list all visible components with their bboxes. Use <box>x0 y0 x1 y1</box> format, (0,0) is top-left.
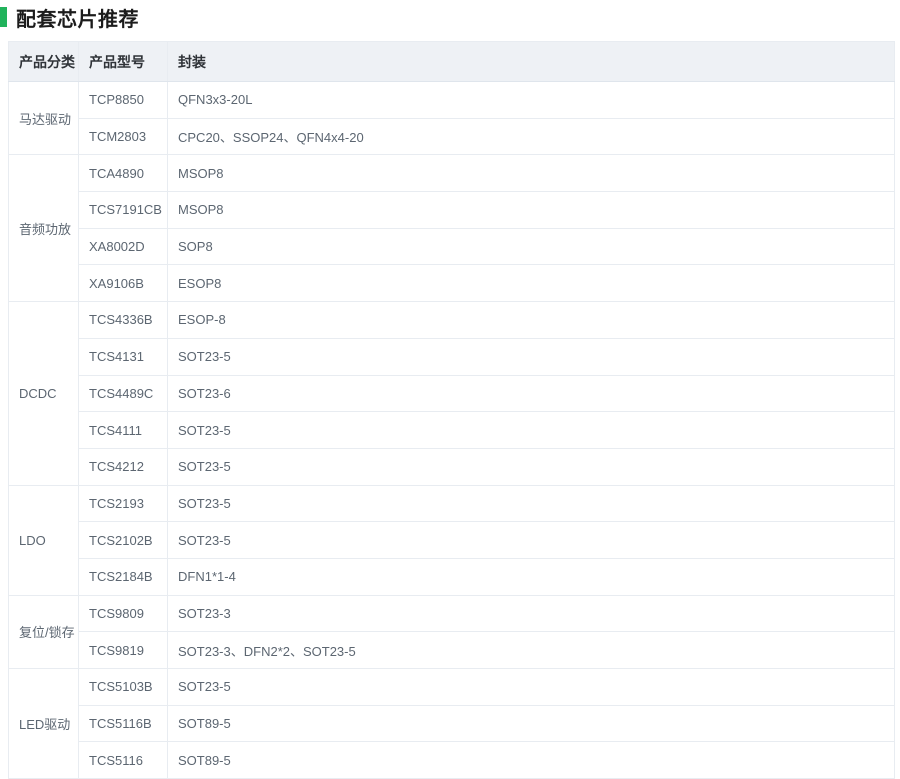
model-cell: TCS9819 <box>78 631 168 669</box>
header-model: 产品型号 <box>78 41 168 82</box>
table-row: XA8002D SOP8 <box>9 227 895 266</box>
package-cell: DFN1*1-4 <box>167 557 895 596</box>
package-cell: SOT89-5 <box>167 704 895 743</box>
table-row: TCS4131 SOT23-5 <box>9 337 895 376</box>
table-row: TCS2184B DFN1*1-4 <box>9 557 895 596</box>
package-cell: SOT23-3 <box>167 594 895 633</box>
table-row: TCS2102B SOT23-5 <box>9 521 895 559</box>
package-cell: SOT23-5 <box>167 447 895 486</box>
package-cell: SOT23-3、DFN2*2、SOT23-5 <box>167 631 895 669</box>
table-row: LED驱动 TCS5103B SOT23-5 <box>8 667 895 779</box>
table-row: TCS5116B SOT89-5 <box>9 704 895 743</box>
table-row: DCDC TCS4336B ESOP-8 <box>8 301 895 486</box>
package-cell: QFN3x3-20L <box>167 81 895 119</box>
model-cell: TCM2803 <box>78 117 168 156</box>
package-cell: ESOP8 <box>167 264 895 303</box>
model-cell: TCS2102B <box>78 521 168 559</box>
model-cell: TCS7191CB <box>78 191 168 229</box>
table-row: TCS4111 SOT23-5 <box>9 411 895 449</box>
model-cell: TCP8850 <box>78 81 168 119</box>
model-cell: XA8002D <box>78 227 168 266</box>
table-header: 产品分类 产品型号 封装 <box>8 41 895 82</box>
table-row: TCM2803 CPC20、SSOP24、QFN4x4-20 <box>9 117 895 156</box>
model-cell: TCS4336B <box>78 301 168 339</box>
model-cell: TCS2184B <box>78 557 168 596</box>
section-header: 配套芯片推荐 <box>0 2 900 32</box>
package-cell: SOP8 <box>167 227 895 266</box>
package-cell: SOT23-5 <box>167 337 895 376</box>
table-row: TCS4489C SOT23-6 <box>9 374 895 413</box>
page-title: 配套芯片推荐 <box>16 8 139 31</box>
category-cell: 马达驱动 <box>8 80 79 156</box>
model-cell: TCS4212 <box>78 447 168 486</box>
package-cell: SOT23-5 <box>167 484 895 523</box>
model-cell: TCA4890 <box>78 154 168 193</box>
accent-bar-icon <box>0 7 7 27</box>
page: 配套芯片推荐 产品分类 产品型号 封装 马达驱动 TCP8850 QFN3x3-20… <box>0 0 900 779</box>
category-cell: LDO <box>8 484 79 596</box>
table-row: TCS4212 SOT23-5 <box>9 447 895 486</box>
model-cell: TCS2193 <box>78 484 168 523</box>
table-header-row: 产品分类 产品型号 封装 <box>8 41 895 82</box>
model-cell: TCS5116 <box>78 741 168 779</box>
table-row: XA9106B ESOP8 <box>9 264 895 303</box>
table-row: TCS7191CB MSOP8 <box>9 191 895 229</box>
table-row: TCS9819 SOT23-3、DFN2*2、SOT23-5 <box>9 631 895 669</box>
model-cell: XA9106B <box>78 264 168 303</box>
model-cell: TCS4111 <box>78 411 168 449</box>
category-cell: DCDC <box>8 301 79 486</box>
table-body: 马达驱动 TCP8850 QFN3x3-20L TCM2803 CPC20、SSOP24… <box>8 80 895 779</box>
package-cell: CPC20、SSOP24、QFN4x4-20 <box>167 117 895 156</box>
model-cell: TCS5103B <box>78 668 168 706</box>
table-row: TCS5116 SOT89-5 <box>9 741 895 779</box>
category-cell: 复位/锁存 <box>8 594 79 670</box>
category-cell: LED驱动 <box>8 667 79 779</box>
header-category: 产品分类 <box>8 41 79 82</box>
package-cell: MSOP8 <box>167 154 895 193</box>
package-cell: MSOP8 <box>167 191 895 229</box>
table-row: 复位/锁存 TCS9809 SOT23-3 <box>8 594 895 670</box>
model-cell: TCS9809 <box>78 594 168 633</box>
package-cell: SOT23-5 <box>167 411 895 449</box>
table-row: 音频功放 TCA4890 MSOP8 <box>8 154 895 303</box>
table-row: 马达驱动 TCP8850 QFN3x3-20L <box>8 80 895 156</box>
chip-recommendation-table: 产品分类 产品型号 封装 马达驱动 TCP8850 QFN3x3-20L TCM280… <box>8 41 895 779</box>
category-cell: 音频功放 <box>8 154 79 303</box>
package-cell: SOT23-5 <box>167 668 895 706</box>
package-cell: SOT23-6 <box>167 374 895 413</box>
table-row: LDO TCS2193 SOT23-5 <box>8 484 895 596</box>
header-package: 封装 <box>167 41 895 82</box>
model-cell: TCS5116B <box>78 704 168 743</box>
package-cell: SOT23-5 <box>167 521 895 559</box>
model-cell: TCS4489C <box>78 374 168 413</box>
package-cell: ESOP-8 <box>167 301 895 339</box>
package-cell: SOT89-5 <box>167 741 895 779</box>
model-cell: TCS4131 <box>78 337 168 376</box>
